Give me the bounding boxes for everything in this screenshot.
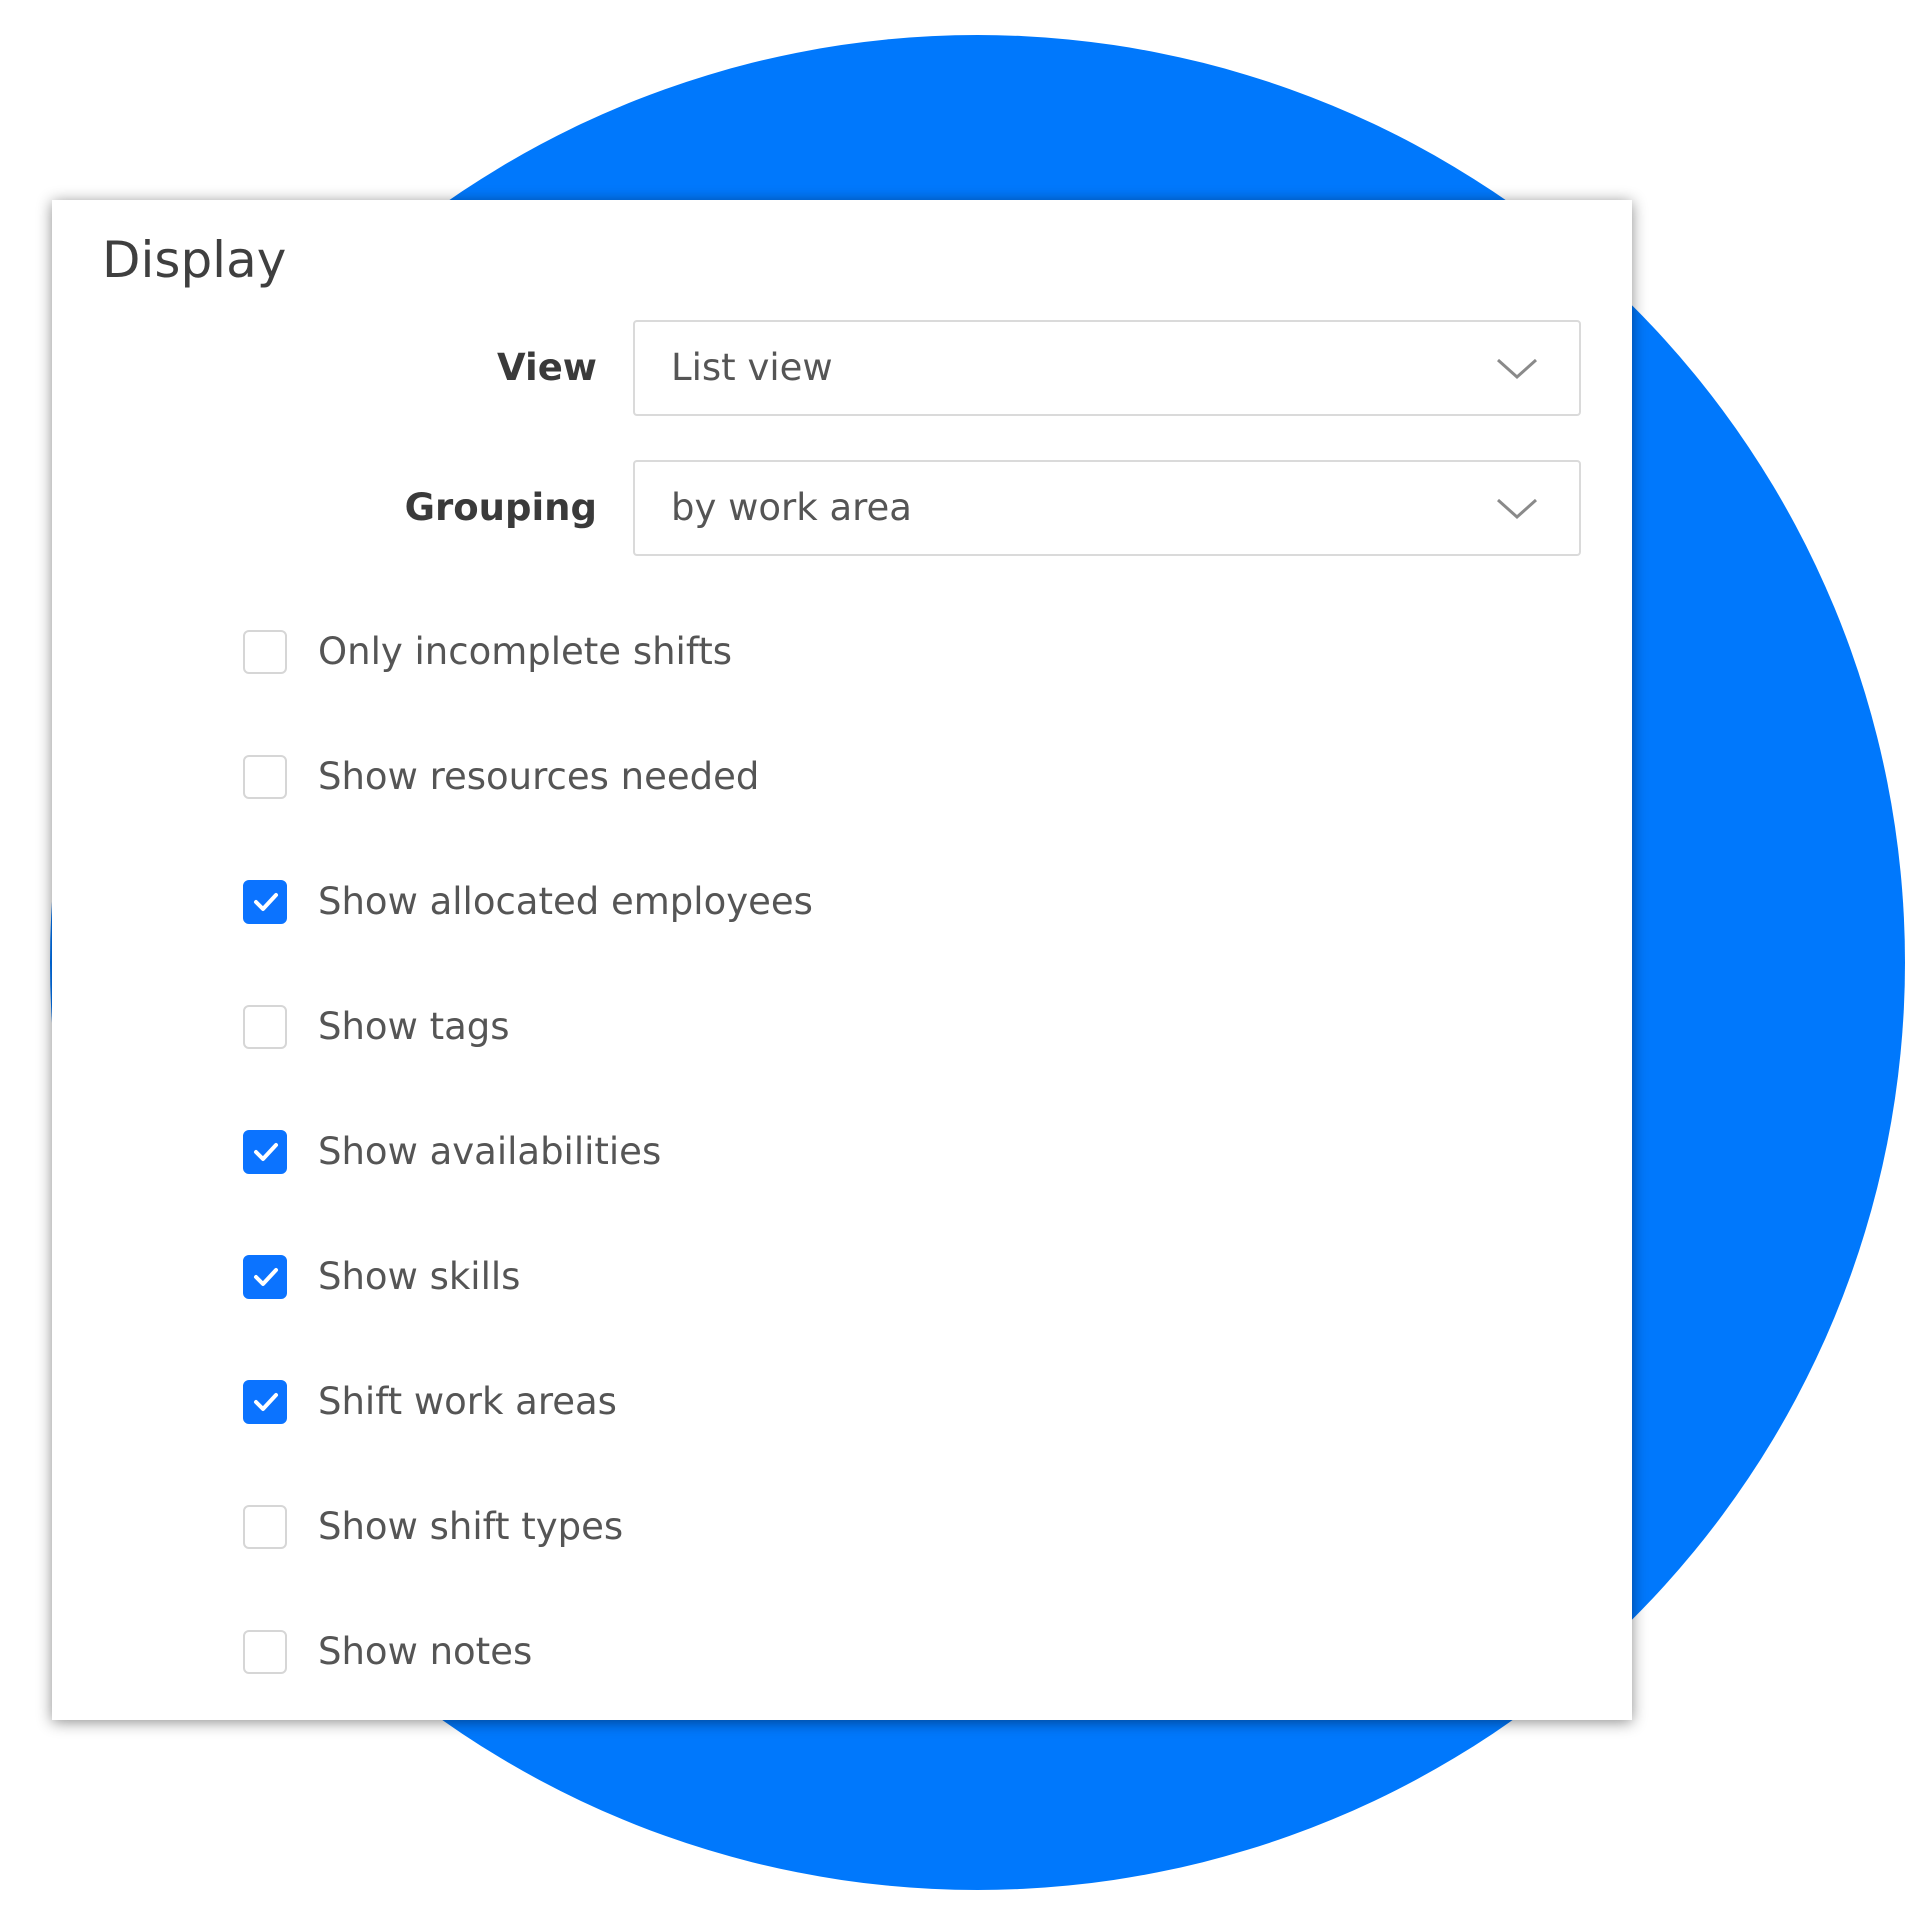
option-label: Show allocated employees <box>318 880 813 923</box>
checkbox[interactable] <box>243 1005 287 1049</box>
option-label: Show availabilities <box>318 1130 662 1173</box>
checkmark-icon <box>254 1393 278 1411</box>
grouping-label: Grouping <box>404 486 597 529</box>
checkbox[interactable] <box>243 1505 287 1549</box>
chevron-down-icon <box>1496 358 1538 380</box>
view-label: View <box>497 346 597 389</box>
view-select[interactable]: List view <box>633 320 1581 416</box>
checkbox[interactable] <box>243 1130 287 1174</box>
checkbox[interactable] <box>243 1255 287 1299</box>
checkbox[interactable] <box>243 1630 287 1674</box>
chevron-down-icon <box>1496 498 1538 520</box>
view-select-value: List view <box>671 346 833 389</box>
option-label: Show tags <box>318 1005 510 1048</box>
panel-title: Display <box>102 231 287 289</box>
checkmark-icon <box>254 1268 278 1286</box>
option-label: Show resources needed <box>318 755 760 798</box>
checkbox[interactable] <box>243 1380 287 1424</box>
checkmark-icon <box>254 1143 278 1161</box>
grouping-select[interactable]: by work area <box>633 460 1581 556</box>
option-label: Show notes <box>318 1630 533 1673</box>
view-field: View List view <box>52 320 1632 416</box>
grouping-field: Grouping by work area <box>52 460 1632 556</box>
checkbox[interactable] <box>243 880 287 924</box>
grouping-select-value: by work area <box>671 486 912 529</box>
checkmark-icon <box>254 893 278 911</box>
option-label: Shift work areas <box>318 1380 617 1423</box>
option-label: Only incomplete shifts <box>318 630 732 673</box>
display-settings-panel: Display View List view Grouping by work … <box>52 200 1632 1720</box>
checkbox[interactable] <box>243 755 287 799</box>
checkbox[interactable] <box>243 630 287 674</box>
option-label: Show skills <box>318 1255 521 1298</box>
option-label: Show shift types <box>318 1505 624 1548</box>
